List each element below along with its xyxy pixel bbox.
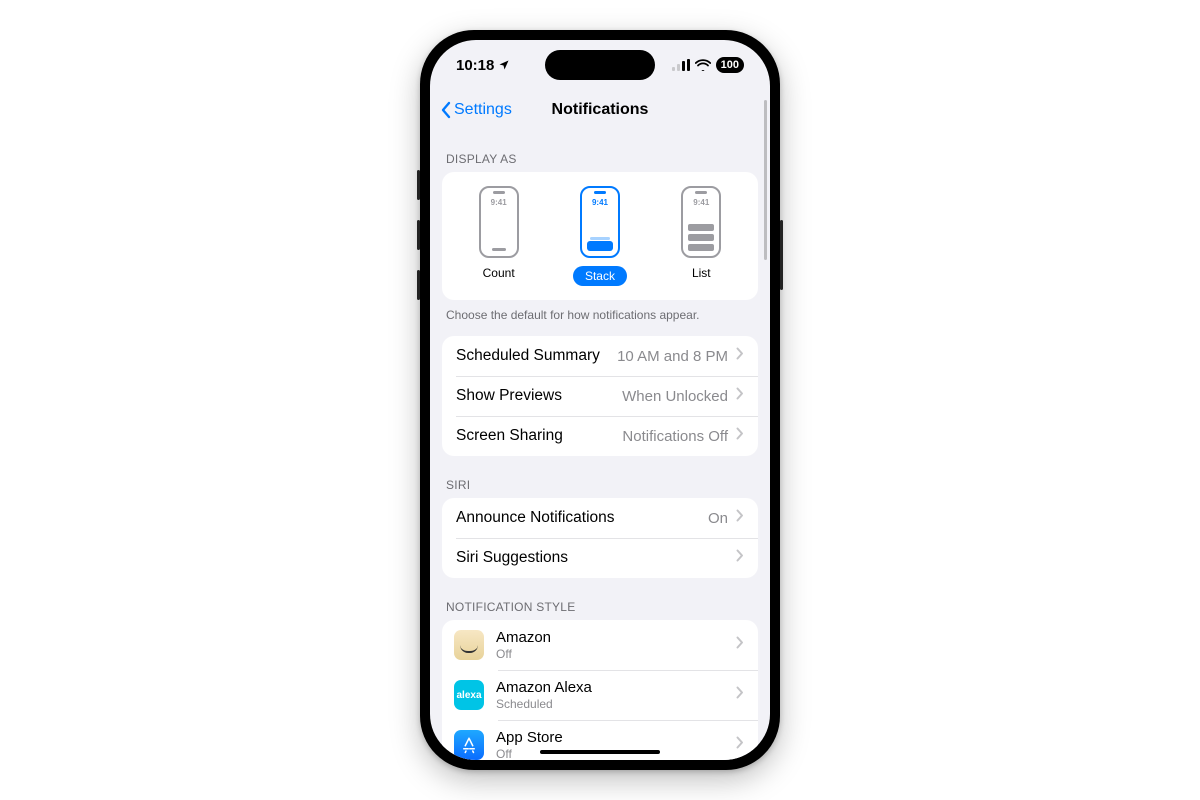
app-sub: Scheduled xyxy=(496,697,736,711)
style-card: Amazon Off alexa Amazon Alexa Scheduled xyxy=(442,620,758,760)
display-as-card: 9:41 Count 9:41 Stack xyxy=(442,172,758,300)
row-screen-sharing[interactable]: Screen Sharing Notifications Off xyxy=(442,416,758,456)
display-option-label: List xyxy=(692,266,711,280)
row-show-previews[interactable]: Show Previews When Unlocked xyxy=(442,376,758,416)
page-title: Notifications xyxy=(552,101,649,119)
app-row-app-store[interactable]: App Store Off xyxy=(442,720,758,760)
row-label: Scheduled Summary xyxy=(456,347,617,365)
app-name: Amazon xyxy=(496,629,736,647)
app-name: Amazon Alexa xyxy=(496,679,736,697)
app-sub: Off xyxy=(496,647,736,661)
chevron-right-icon xyxy=(736,549,744,567)
row-announce-notifications[interactable]: Announce Notifications On xyxy=(442,498,758,538)
preview-count-icon: 9:41 xyxy=(479,186,519,258)
home-indicator[interactable] xyxy=(540,750,660,754)
row-siri-suggestions[interactable]: Siri Suggestions xyxy=(442,538,758,578)
app-row-amazon-alexa[interactable]: alexa Amazon Alexa Scheduled xyxy=(442,670,758,720)
content: Settings Notifications DISPLAY AS 9:41 C… xyxy=(430,90,770,760)
section-header-siri: SIRI xyxy=(430,456,770,498)
status-time: 10:18 xyxy=(456,57,494,74)
preview-stack-icon: 9:41 xyxy=(580,186,620,258)
row-label: Announce Notifications xyxy=(456,509,708,527)
chevron-right-icon xyxy=(736,387,744,405)
row-value: 10 AM and 8 PM xyxy=(617,348,728,365)
row-value: Notifications Off xyxy=(622,428,728,445)
display-option-list[interactable]: 9:41 List xyxy=(656,186,746,286)
general-card: Scheduled Summary 10 AM and 8 PM Show Pr… xyxy=(442,336,758,456)
section-footer-display-as: Choose the default for how notifications… xyxy=(430,300,770,322)
display-option-label: Count xyxy=(483,266,515,280)
chevron-left-icon xyxy=(440,101,452,119)
chevron-right-icon xyxy=(736,347,744,365)
display-option-stack[interactable]: 9:41 Stack xyxy=(555,186,645,286)
chevron-right-icon xyxy=(736,686,744,704)
phone-frame: 10:18 xyxy=(420,30,780,770)
preview-list-icon: 9:41 xyxy=(681,186,721,258)
row-value: When Unlocked xyxy=(622,388,728,405)
screen: 10:18 xyxy=(430,40,770,760)
app-row-amazon[interactable]: Amazon Off xyxy=(442,620,758,670)
siri-card: Announce Notifications On Siri Suggestio… xyxy=(442,498,758,578)
app-icon-appstore xyxy=(454,730,484,760)
location-icon xyxy=(498,59,510,71)
chevron-right-icon xyxy=(736,636,744,654)
row-label: Screen Sharing xyxy=(456,427,622,445)
row-label: Siri Suggestions xyxy=(456,549,728,567)
row-label: Show Previews xyxy=(456,387,622,405)
display-option-count[interactable]: 9:41 Count xyxy=(454,186,544,286)
back-label: Settings xyxy=(454,101,512,119)
cellular-icon xyxy=(672,59,690,71)
app-icon-amazon xyxy=(454,630,484,660)
chevron-right-icon xyxy=(736,509,744,527)
wifi-icon xyxy=(695,59,711,71)
chevron-right-icon xyxy=(736,736,744,754)
dynamic-island xyxy=(545,50,655,80)
app-icon-alexa: alexa xyxy=(454,680,484,710)
display-option-label: Stack xyxy=(573,266,627,286)
section-header-style: NOTIFICATION STYLE xyxy=(430,578,770,620)
nav-bar: Settings Notifications xyxy=(430,90,770,130)
row-value: On xyxy=(708,510,728,527)
chevron-right-icon xyxy=(736,427,744,445)
section-header-display-as: DISPLAY AS xyxy=(430,130,770,172)
battery-indicator: 100 xyxy=(716,57,744,73)
app-name: App Store xyxy=(496,729,736,747)
back-button[interactable]: Settings xyxy=(440,90,512,130)
row-scheduled-summary[interactable]: Scheduled Summary 10 AM and 8 PM xyxy=(442,336,758,376)
